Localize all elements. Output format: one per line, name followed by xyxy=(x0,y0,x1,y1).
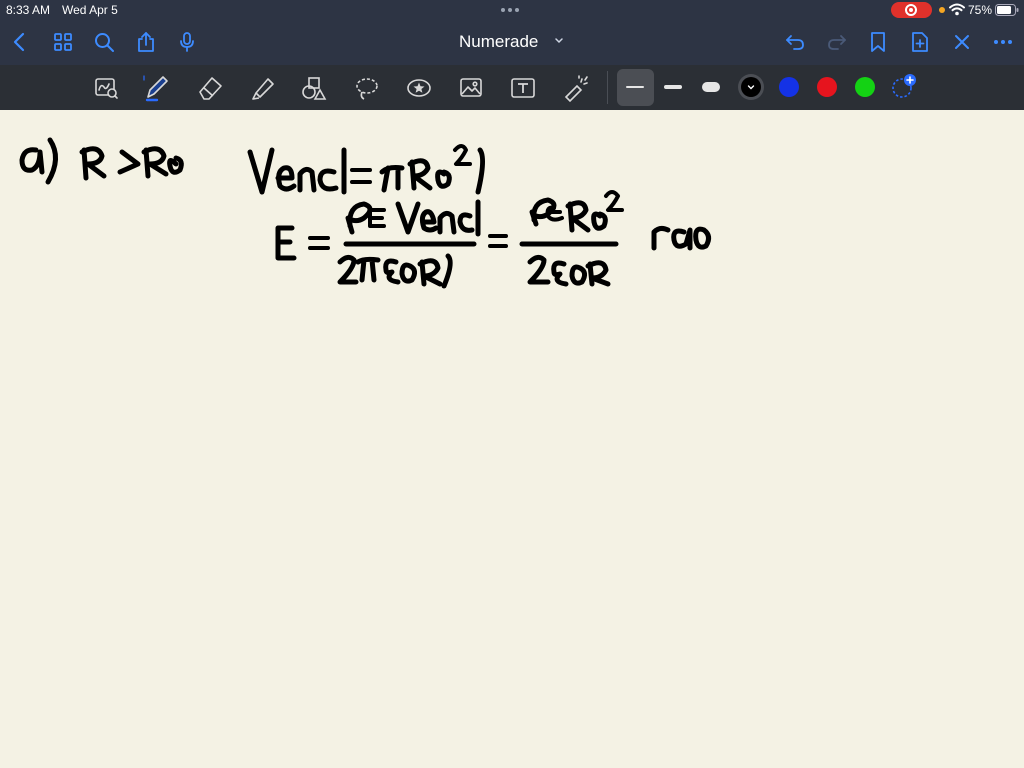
color-swatch-blue[interactable] xyxy=(779,77,799,97)
microphone-icon[interactable] xyxy=(175,30,199,54)
image-icon[interactable] xyxy=(456,73,486,103)
text-tool-icon[interactable] xyxy=(508,73,538,103)
handwriting-vencl-equation xyxy=(247,144,486,195)
share-icon[interactable] xyxy=(134,30,158,54)
chevron-down-icon[interactable] xyxy=(554,37,564,45)
shapes-icon[interactable] xyxy=(299,73,329,103)
color-swatch-black[interactable] xyxy=(741,77,761,97)
handwriting-part-a-label xyxy=(19,137,58,185)
color-swatch-green[interactable] xyxy=(855,77,875,97)
stroke-size-medium-icon[interactable] xyxy=(664,85,682,89)
chevron-down-icon xyxy=(747,85,755,90)
multitasking-dots-icon[interactable] xyxy=(501,8,519,12)
screen-recording-icon[interactable] xyxy=(891,2,932,18)
grid-view-icon[interactable] xyxy=(51,30,75,54)
navigation-bar: Numerade xyxy=(0,20,1024,65)
add-color-icon[interactable] xyxy=(888,71,918,101)
battery-icon xyxy=(995,4,1019,16)
note-canvas[interactable] xyxy=(0,110,1024,768)
eraser-icon[interactable] xyxy=(195,73,225,103)
status-date: Wed Apr 5 xyxy=(62,3,118,17)
drawing-toolbar xyxy=(0,65,1024,110)
redo-icon[interactable] xyxy=(825,30,849,54)
search-icon[interactable] xyxy=(92,30,116,54)
wifi-icon xyxy=(949,3,965,16)
stroke-size-thick-icon[interactable] xyxy=(702,82,720,92)
handwriting-electric-field-equation xyxy=(275,190,712,289)
add-page-icon[interactable] xyxy=(908,30,932,54)
document-title[interactable]: Numerade xyxy=(459,32,538,52)
status-time: 8:33 AM xyxy=(6,3,51,17)
status-bar: 8:33 AM Wed Apr 5 75% xyxy=(0,0,1024,20)
more-options-icon[interactable] xyxy=(991,30,1015,54)
microphone-indicator-icon xyxy=(939,7,945,13)
lasso-icon[interactable] xyxy=(352,73,382,103)
pen-icon[interactable] xyxy=(141,73,171,103)
laser-pointer-icon[interactable] xyxy=(560,73,590,103)
toolbar-divider xyxy=(607,71,608,104)
back-chevron-icon[interactable] xyxy=(8,30,32,54)
color-swatch-red[interactable] xyxy=(817,77,837,97)
bookmark-icon[interactable] xyxy=(866,30,890,54)
sticker-star-icon[interactable] xyxy=(404,73,434,103)
undo-icon[interactable] xyxy=(783,30,807,54)
stroke-size-thin-icon xyxy=(626,86,644,88)
handwriting-condition-r-greater-r0 xyxy=(79,146,184,181)
handwriting-layer xyxy=(19,137,712,289)
close-icon[interactable] xyxy=(950,30,974,54)
lasso-zoom-icon[interactable] xyxy=(91,73,121,103)
battery-percentage: 75% xyxy=(968,3,993,17)
highlighter-icon[interactable] xyxy=(248,73,278,103)
